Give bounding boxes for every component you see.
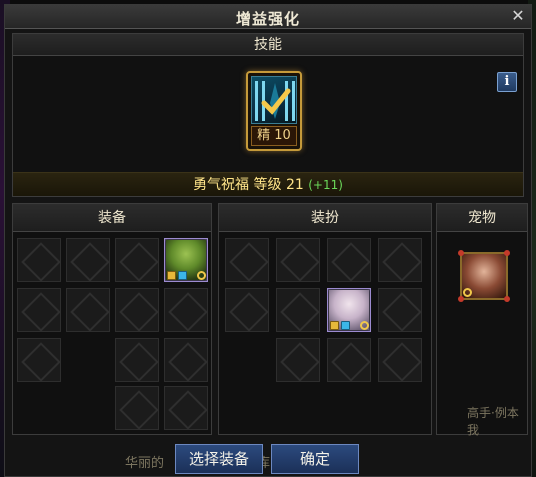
avatar-slot-filled[interactable] (327, 288, 371, 332)
avatar-slot[interactable] (378, 238, 422, 282)
skill-level: 等级 21 (253, 177, 304, 193)
equip-slot[interactable] (66, 288, 110, 332)
skill-bonus: (+11) (308, 178, 343, 192)
equip-slot[interactable] (164, 338, 208, 382)
avatar-slot[interactable] (327, 338, 371, 382)
pet-slot[interactable] (458, 250, 510, 302)
equip-slot[interactable] (115, 288, 159, 332)
equip-slot[interactable] (115, 238, 159, 282)
title-bar[interactable]: 增益强化 ✕ (5, 5, 531, 29)
gem-icon (458, 296, 464, 302)
avatar-slot[interactable] (225, 288, 269, 332)
avatar-panel: 装扮 (218, 203, 432, 435)
equip-panel-header: 装备 (13, 204, 211, 232)
pet-panel: 宠物 高手·例本我 (436, 203, 528, 437)
equip-slot[interactable] (66, 238, 110, 282)
gem-icon (458, 250, 464, 256)
skill-level-badge: 精 10 (251, 126, 297, 146)
equip-slot[interactable] (164, 386, 208, 430)
lock-icon (330, 321, 339, 330)
confirm-button[interactable]: 确定 (271, 444, 359, 474)
equip-slot[interactable] (17, 288, 61, 332)
skill-panel-header: 技能 (13, 34, 523, 56)
avatar-slot[interactable] (378, 338, 422, 382)
avatar-slot[interactable] (276, 338, 320, 382)
skill-art-icon (251, 76, 297, 124)
cycle-icon (197, 271, 206, 280)
lock-icon (341, 321, 350, 330)
close-button[interactable]: ✕ (509, 7, 527, 25)
skill-name: 勇气祝福 (193, 177, 250, 193)
lock-icon (178, 271, 187, 280)
avatar-slot[interactable] (378, 288, 422, 332)
equip-slot[interactable] (17, 338, 61, 382)
info-button[interactable]: i (497, 72, 517, 92)
cycle-icon (463, 288, 472, 297)
equip-slot[interactable] (115, 338, 159, 382)
equip-slot[interactable] (17, 238, 61, 282)
cycle-icon (360, 321, 369, 330)
select-equipment-button[interactable]: 选择装备 (175, 444, 263, 474)
enhance-window: 增益强化 ✕ 技能 i 精 10 勇气祝福 等级 21 (+11) 装备 装扮 … (4, 4, 532, 477)
equip-slot[interactable] (115, 386, 159, 430)
skill-name-bar: 勇气祝福 等级 21 (+11) (13, 172, 523, 196)
gem-icon (504, 250, 510, 256)
lock-icon (167, 271, 176, 280)
gem-icon (504, 296, 510, 302)
background-text: 华丽的 (125, 456, 165, 471)
equip-slot[interactable] (164, 288, 208, 332)
background-text: 高手·例本我 (467, 406, 519, 437)
equip-panel: 装备 (12, 203, 212, 435)
avatar-panel-header: 装扮 (219, 204, 431, 232)
avatar-slot[interactable] (276, 238, 320, 282)
pet-panel-header: 宠物 (437, 204, 527, 232)
equip-slot-filled[interactable] (164, 238, 208, 282)
avatar-slot[interactable] (327, 238, 371, 282)
avatar-slot[interactable] (276, 288, 320, 332)
window-title: 增益强化 (235, 10, 300, 28)
skill-icon[interactable]: 精 10 (246, 71, 302, 151)
avatar-slot[interactable] (225, 238, 269, 282)
skill-panel: 技能 i 精 10 勇气祝福 等级 21 (+11) (12, 33, 524, 197)
